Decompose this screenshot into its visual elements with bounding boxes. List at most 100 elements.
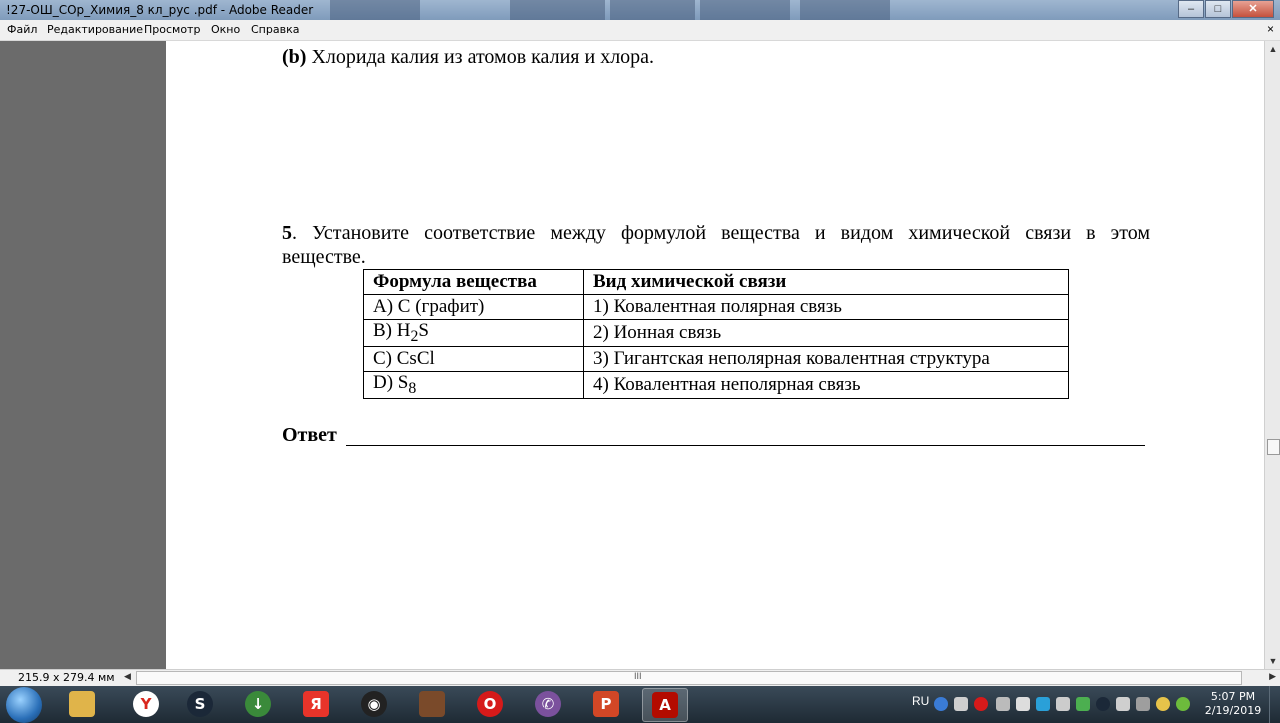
table-header-row: Формула вещества Вид химической связи: [363, 269, 1069, 295]
start-button[interactable]: [6, 687, 42, 723]
language-indicator[interactable]: RU: [912, 694, 929, 708]
clock[interactable]: 5:07 PM 2/19/2019: [1198, 690, 1268, 718]
close-button[interactable]: ✕: [1232, 0, 1274, 18]
download-icon: ↓: [245, 691, 271, 717]
menu-bar: Файл Редактирование Просмотр Окно Справк…: [0, 20, 1280, 41]
formula-tail: S: [418, 320, 429, 341]
app-tray-icon[interactable]: [1016, 697, 1030, 711]
menu-view[interactable]: Просмотр: [144, 23, 200, 36]
volume-icon[interactable]: [1116, 697, 1130, 711]
status-bar: 215.9 x 279.4 мм ◀ III ▶: [0, 669, 1280, 686]
scroll-right-icon[interactable]: ▶: [1269, 671, 1276, 682]
question-5-number: 5: [282, 222, 292, 244]
menu-file[interactable]: Файл: [7, 23, 37, 36]
taskbar-steam[interactable]: S: [178, 688, 222, 720]
formula-text: C) CsCl: [373, 347, 435, 369]
network-icon[interactable]: [1136, 697, 1150, 711]
taskbar-game[interactable]: [410, 688, 454, 720]
opera-tray-icon[interactable]: [974, 697, 988, 711]
taskbar-yandex-browser[interactable]: Y: [124, 688, 168, 720]
bond-cell: 3) Гигантская неполярная ковалентная стр…: [583, 345, 1069, 372]
steam-tray-icon[interactable]: [1096, 697, 1110, 711]
bond-cell: 1) Ковалентная полярная связь: [583, 294, 1069, 320]
presentation-icon: P: [593, 691, 619, 717]
taskbar-app-download[interactable]: ↓: [236, 688, 280, 720]
formula-cell: B) H2S: [363, 319, 584, 347]
question-5-line1: . Установите соответствие между формулой…: [292, 222, 1150, 244]
taskbar-yandex[interactable]: Я: [294, 688, 338, 720]
taskbar-obs[interactable]: ◉: [352, 688, 396, 720]
taskbar: Y S ↓ Я ◉ O ✆ P A RU 5:07 PM 2/19/2019: [0, 686, 1280, 723]
formula-text: A) С (графит): [373, 296, 485, 317]
taskbar-viber[interactable]: ✆: [526, 688, 570, 720]
question-5-text: 5. Установите соответствие между формуло…: [282, 221, 1150, 245]
help-icon[interactable]: [934, 697, 948, 711]
taskbar-presentation[interactable]: P: [584, 688, 628, 720]
scroll-thumb[interactable]: [1267, 439, 1280, 455]
check-icon[interactable]: [1036, 697, 1050, 711]
formula-cell: C) CsCl: [363, 345, 584, 372]
viber-icon: ✆: [535, 691, 561, 717]
taskbar-adobe-reader[interactable]: A: [642, 688, 688, 722]
table-row: C) CsCl 3) Гигантская неполярная ковален…: [363, 345, 1069, 372]
horizontal-scrollbar[interactable]: ◀ III ▶: [124, 671, 1276, 685]
title-bar: !27-ОШ_СОр_Химия_8 кл_рус .pdf - Adobe R…: [0, 0, 1280, 20]
answer-line: [346, 445, 1145, 446]
close-document-icon[interactable]: ×: [1267, 22, 1274, 36]
formula-cell: A) С (графит): [363, 294, 584, 320]
scroll-left-icon[interactable]: ◀: [124, 671, 131, 682]
ghost-tab: [510, 0, 605, 20]
ghost-tab: [330, 0, 420, 20]
maximize-button[interactable]: □: [1205, 0, 1231, 18]
show-desktop-button[interactable]: [1269, 686, 1280, 723]
ghost-tab: [700, 0, 790, 20]
ghost-tab: [800, 0, 890, 20]
navigation-pane-background: [0, 41, 166, 669]
question-b-label: (b): [282, 46, 307, 68]
header-bond: Вид химической связи: [583, 269, 1069, 295]
scroll-up-icon[interactable]: ▲: [1265, 41, 1280, 57]
table-row: D) S8 4) Ковалентная неполярная связь: [363, 370, 1069, 399]
formula-text: D) S: [373, 371, 409, 393]
cloud-icon[interactable]: [1056, 697, 1070, 711]
formula-text: B) H: [373, 320, 411, 341]
formula-cell: D) S8: [363, 370, 584, 399]
obs-icon: ◉: [361, 691, 387, 717]
question-b-text: Хлорида калия из атомов калия и хлора.: [306, 46, 655, 68]
table-row: A) С (графит) 1) Ковалентная полярная св…: [363, 294, 1069, 320]
clock-time: 5:07 PM: [1210, 690, 1256, 703]
bond-cell: 2) Ионная связь: [583, 319, 1069, 347]
settings-icon[interactable]: [1156, 697, 1170, 711]
minimize-button[interactable]: –: [1178, 0, 1204, 18]
formula-subscript: 8: [408, 379, 417, 397]
usb-icon[interactable]: [954, 697, 968, 711]
adobe-reader-icon: A: [652, 692, 678, 718]
page-size-label: 215.9 x 279.4 мм: [18, 671, 115, 684]
folder-icon: [69, 691, 95, 717]
scroll-down-icon[interactable]: ▼: [1265, 653, 1280, 669]
window-title: !27-ОШ_СОр_Химия_8 кл_рус .pdf - Adobe R…: [6, 3, 314, 17]
taskbar-opera[interactable]: O: [468, 688, 512, 720]
document-page: (b) Хлорида калия из атомов калия и хлор…: [166, 41, 1264, 669]
scroll-grip[interactable]: III: [634, 671, 642, 681]
question-5-line2: веществе.: [282, 246, 366, 268]
game-character-icon: [419, 691, 445, 717]
ghost-tab: [610, 0, 695, 20]
menu-window[interactable]: Окно: [211, 23, 240, 36]
download-tray-icon[interactable]: [1076, 697, 1090, 711]
vertical-scrollbar[interactable]: ▲ ▼: [1264, 41, 1280, 669]
yandex-browser-icon: Y: [133, 691, 159, 717]
header-formula: Формула вещества: [363, 269, 584, 295]
menu-edit[interactable]: Редактирование: [47, 23, 143, 36]
link-icon[interactable]: [996, 697, 1010, 711]
table-row: B) H2S 2) Ионная связь: [363, 319, 1069, 347]
menu-help[interactable]: Справка: [251, 23, 299, 36]
question-b-line: (b) Хлорида калия из атомов калия и хлор…: [282, 46, 654, 69]
answer-label: Ответ: [282, 424, 337, 446]
opera-icon: O: [477, 691, 503, 717]
steam-icon: S: [187, 691, 213, 717]
horizontal-scroll-track[interactable]: III: [136, 671, 1242, 685]
security-icon[interactable]: [1176, 697, 1190, 711]
taskbar-file-explorer[interactable]: [60, 688, 104, 720]
bond-cell: 4) Ковалентная неполярная связь: [583, 370, 1069, 399]
